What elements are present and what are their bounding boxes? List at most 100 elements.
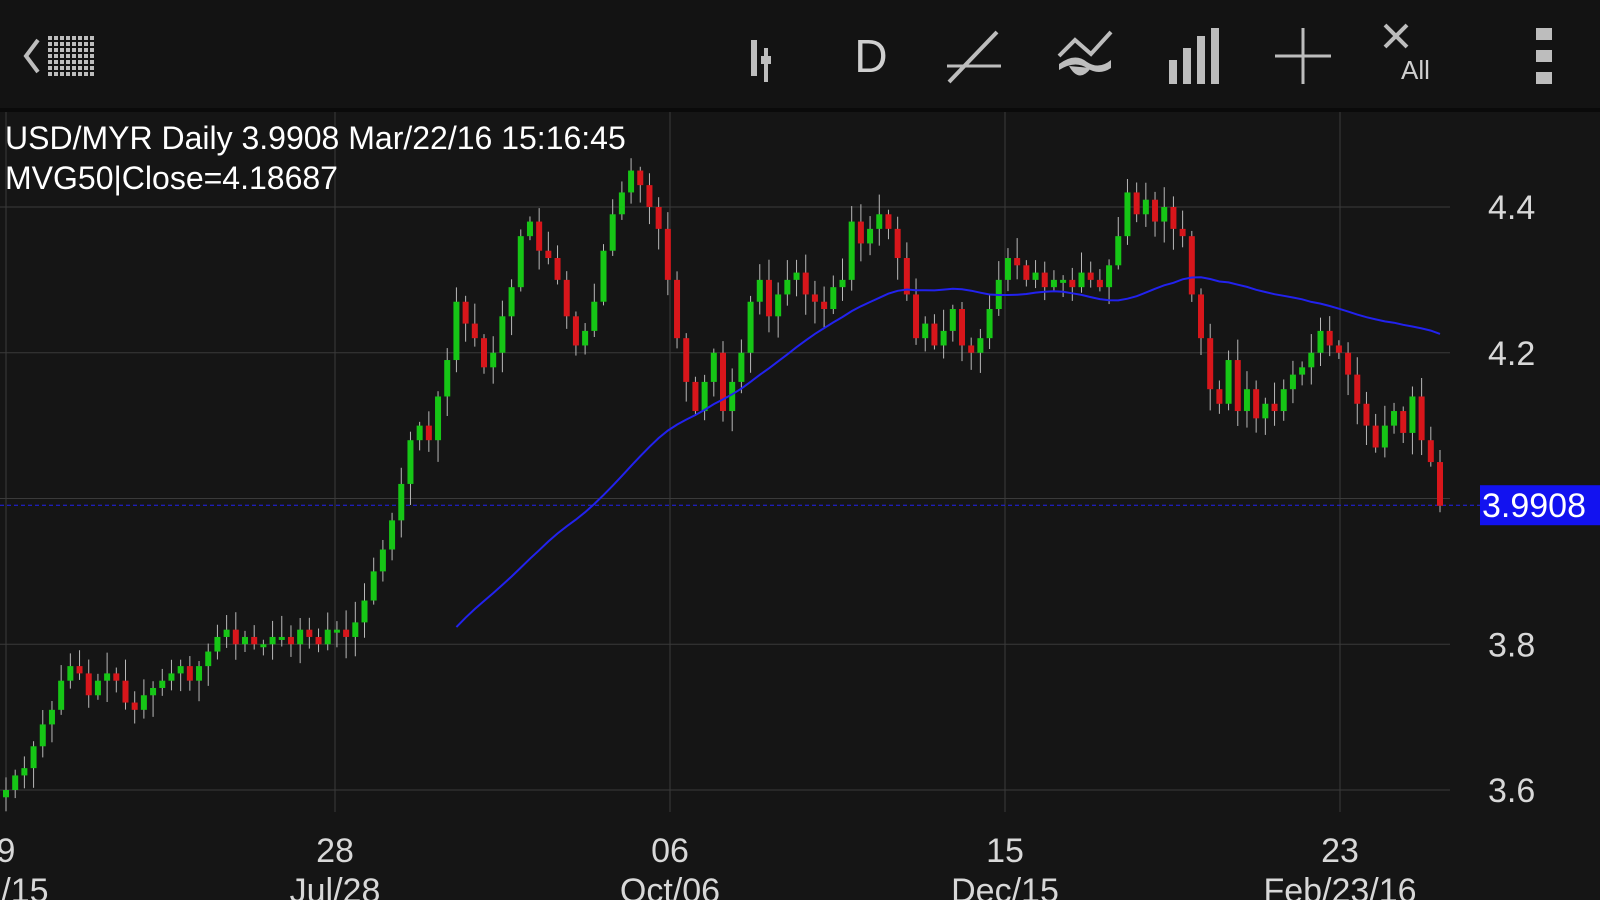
dot xyxy=(90,42,94,46)
candle-body xyxy=(453,301,460,361)
candle-body xyxy=(885,214,892,229)
candle-body xyxy=(1363,403,1370,426)
dot xyxy=(48,36,52,40)
back-button[interactable] xyxy=(10,14,102,98)
candle-body xyxy=(1289,374,1296,390)
dot xyxy=(78,48,82,52)
dot xyxy=(60,66,64,70)
candle-body xyxy=(389,520,396,550)
dot xyxy=(48,48,52,52)
candle-body xyxy=(664,228,671,280)
candle-body xyxy=(986,309,993,339)
candle-body xyxy=(1069,279,1076,288)
candle-body xyxy=(398,483,405,521)
candle-body xyxy=(159,680,166,688)
candle-body xyxy=(545,250,552,259)
candle-body xyxy=(278,636,285,640)
candle-body xyxy=(756,279,763,302)
candle-body xyxy=(1023,265,1030,280)
candle-body xyxy=(1409,396,1416,433)
candle-body xyxy=(168,673,175,681)
candle-body xyxy=(361,600,368,623)
candle-body xyxy=(1354,374,1361,404)
candle-body xyxy=(3,790,9,798)
candle-body xyxy=(1345,352,1352,375)
candle-body xyxy=(1179,228,1186,237)
candle-body xyxy=(39,724,46,747)
dot xyxy=(48,54,52,58)
candle-body xyxy=(471,323,478,339)
candlestick-style-button[interactable] xyxy=(730,14,792,98)
candle-body xyxy=(894,228,901,259)
candle-body xyxy=(839,279,846,288)
candle-body xyxy=(85,673,92,696)
dot xyxy=(48,66,52,70)
candle-body xyxy=(232,629,239,645)
candle-body xyxy=(563,279,570,317)
dot xyxy=(72,54,76,58)
candle-body xyxy=(554,258,561,280)
candle-body xyxy=(600,250,607,302)
candle-body xyxy=(131,702,138,710)
candle-body xyxy=(324,629,331,645)
y-tick-label: 4.4 xyxy=(1488,189,1535,227)
x-tick-day: 9 xyxy=(0,832,15,870)
candle-body xyxy=(1418,396,1425,441)
candle-body xyxy=(913,294,920,339)
candle-body xyxy=(1170,207,1177,229)
candle-body xyxy=(333,629,340,633)
candle-body xyxy=(628,170,635,193)
candle-body xyxy=(738,352,745,382)
candle-body xyxy=(1207,338,1214,390)
candle-body xyxy=(205,651,212,667)
indicator-button[interactable] xyxy=(1050,14,1120,98)
candle-body xyxy=(857,221,864,244)
candle-body xyxy=(379,549,386,572)
more-button[interactable] xyxy=(1514,14,1574,98)
clear-all-button[interactable]: All xyxy=(1372,14,1462,98)
candle-body xyxy=(1142,199,1149,215)
x-tick-date: Oct/06 xyxy=(620,872,720,900)
candle-body xyxy=(1078,272,1085,288)
candle-body xyxy=(343,629,350,637)
dot xyxy=(72,48,76,52)
dot xyxy=(54,36,58,40)
trendline-button[interactable] xyxy=(940,14,1008,98)
x-tick-date: Feb/23/16 xyxy=(1263,872,1416,900)
candle-body xyxy=(1133,192,1140,215)
candle-body xyxy=(1124,192,1131,237)
dot xyxy=(54,48,58,52)
dot xyxy=(66,66,70,70)
y-tick-label: 4.2 xyxy=(1488,335,1535,373)
dot xyxy=(60,42,64,46)
trendline-icon xyxy=(947,30,1001,84)
dot xyxy=(66,54,70,58)
dot xyxy=(54,54,58,58)
dot xyxy=(90,72,94,76)
candle-body xyxy=(21,768,28,776)
candle-body xyxy=(1106,265,1113,288)
dot xyxy=(84,72,88,76)
dot xyxy=(72,42,76,46)
dot-grid-icon xyxy=(48,36,94,76)
candle-body xyxy=(416,425,423,441)
candle-body xyxy=(784,279,791,295)
candle-body xyxy=(931,323,938,346)
candle-body xyxy=(1317,330,1324,353)
dot xyxy=(84,66,88,70)
volume-button[interactable] xyxy=(1160,14,1230,98)
dot xyxy=(72,72,76,76)
price-chart[interactable]: 3.6 3.8 4.2 4.4 919/15 28Jul/28 06Oct/06 15Dec… xyxy=(0,112,1600,900)
candle-body xyxy=(968,345,975,353)
period-button[interactable]: D xyxy=(840,14,902,98)
dot xyxy=(60,48,64,52)
candle-body xyxy=(1198,294,1204,339)
dot xyxy=(90,54,94,58)
candle-body xyxy=(407,440,414,484)
dot xyxy=(54,60,58,64)
candle-body xyxy=(646,185,653,207)
x-tick-day: 23 xyxy=(1321,832,1359,870)
crosshair-button[interactable] xyxy=(1268,14,1338,98)
candle-body xyxy=(683,338,690,382)
x-axis-labels: 919/15 28Jul/28 06Oct/06 15Dec/15 23Feb/23/1… xyxy=(0,832,1417,900)
